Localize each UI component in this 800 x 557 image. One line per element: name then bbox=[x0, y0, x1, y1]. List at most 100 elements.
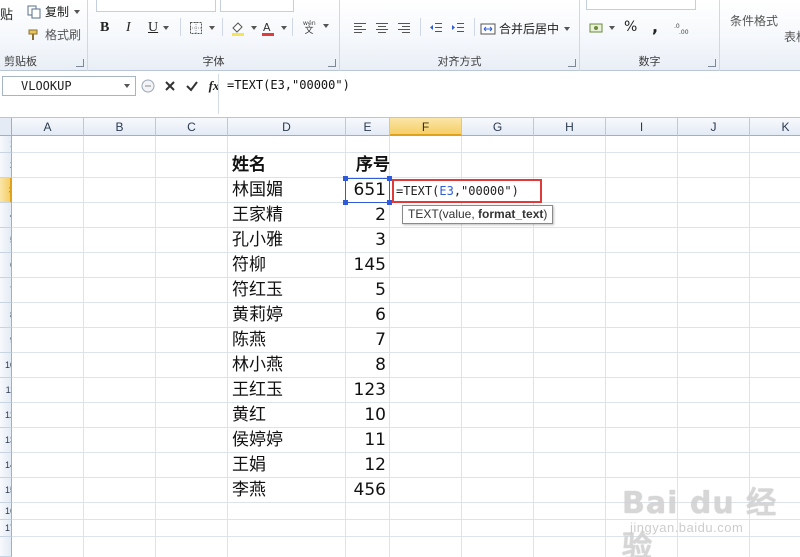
row-header-16[interactable]: 16 bbox=[0, 503, 12, 520]
row-header-3[interactable]: 3 bbox=[0, 178, 12, 203]
name-cell[interactable]: 李燕 bbox=[232, 478, 342, 503]
phonetic-button[interactable]: wén 文 bbox=[302, 18, 329, 35]
name-cell[interactable]: 王家精 bbox=[232, 203, 342, 228]
editing-cell-f3[interactable]: =TEXT(E3,"00000") bbox=[392, 179, 542, 203]
name-cell[interactable]: 孔小雅 bbox=[232, 228, 342, 253]
format-painter-button[interactable]: 格式刷 bbox=[26, 26, 81, 43]
percent-button[interactable]: % bbox=[624, 19, 637, 35]
name-cell[interactable]: 符红玉 bbox=[232, 278, 342, 303]
number-cell[interactable]: 8 bbox=[346, 353, 386, 378]
row-header-14[interactable]: 14 bbox=[0, 453, 12, 478]
font-size-combo[interactable] bbox=[220, 0, 294, 12]
italic-button[interactable]: I bbox=[126, 20, 131, 36]
alignment-launcher-icon[interactable] bbox=[568, 59, 576, 67]
number-cell[interactable]: 145 bbox=[346, 253, 386, 278]
column-header-b[interactable]: B bbox=[84, 118, 156, 136]
row-header-6[interactable]: 6 bbox=[0, 253, 12, 278]
number-cell[interactable]: 12 bbox=[346, 453, 386, 478]
name-cell[interactable]: 符柳 bbox=[232, 253, 342, 278]
align-right-button[interactable] bbox=[396, 20, 412, 36]
name-cell[interactable]: 林国媚 bbox=[232, 178, 342, 203]
chevron-down-icon[interactable] bbox=[124, 84, 130, 88]
resize-handle-icon[interactable] bbox=[140, 78, 156, 94]
table-format-button[interactable]: 表格 bbox=[784, 28, 800, 45]
borders-button[interactable] bbox=[188, 20, 215, 36]
font-launcher-icon[interactable] bbox=[328, 59, 336, 67]
number-cell[interactable]: 456 bbox=[346, 478, 386, 503]
chevron-down-icon bbox=[564, 26, 571, 31]
name-cell[interactable]: 侯婷婷 bbox=[232, 428, 342, 453]
decrease-indent-button[interactable] bbox=[428, 20, 444, 36]
name-cell[interactable]: 王红玉 bbox=[232, 378, 342, 403]
enter-check-icon[interactable] bbox=[184, 78, 200, 94]
row-header-12[interactable]: 12 bbox=[0, 403, 12, 428]
row-header-13[interactable]: 13 bbox=[0, 428, 12, 453]
select-all-corner[interactable] bbox=[0, 118, 12, 136]
align-center-button[interactable] bbox=[374, 20, 390, 36]
font-name-combo[interactable] bbox=[96, 0, 216, 12]
paste-button[interactable]: 贴 bbox=[0, 4, 13, 23]
row-header-10[interactable]: 10 bbox=[0, 353, 12, 378]
font-color-button[interactable]: A bbox=[260, 20, 287, 36]
column-header-c[interactable]: C bbox=[156, 118, 228, 136]
header-number-cell[interactable]: 序号 bbox=[346, 153, 390, 178]
copy-button[interactable]: 复制 bbox=[26, 3, 81, 20]
increase-indent-button[interactable] bbox=[450, 20, 466, 36]
row-header-18[interactable] bbox=[0, 537, 12, 557]
name-cell[interactable]: 陈燕 bbox=[232, 328, 342, 353]
tooltip-active-arg[interactable]: format_text bbox=[478, 207, 543, 221]
number-cell[interactable]: 3 bbox=[346, 228, 386, 253]
number-launcher-icon[interactable] bbox=[708, 59, 716, 67]
row-header-2[interactable]: 2 bbox=[0, 153, 12, 178]
number-format-combo[interactable] bbox=[586, 0, 696, 10]
underline-button[interactable]: U bbox=[148, 20, 170, 36]
number-cell[interactable]: 7 bbox=[346, 328, 386, 353]
row-header-5[interactable]: 5 bbox=[0, 228, 12, 253]
number-cell[interactable]: 5 bbox=[346, 278, 386, 303]
conditional-format-button[interactable]: 条件格式 bbox=[730, 12, 778, 29]
row-header-1[interactable]: 1 bbox=[0, 136, 12, 153]
number-cell[interactable]: 6 bbox=[346, 303, 386, 328]
column-header-d[interactable]: D bbox=[228, 118, 346, 136]
number-group-label: 数字 bbox=[638, 55, 661, 68]
row-header-9[interactable]: 9 bbox=[0, 328, 12, 353]
column-header-g[interactable]: G bbox=[462, 118, 534, 136]
number-cell[interactable]: 123 bbox=[346, 378, 386, 403]
column-header-h[interactable]: H bbox=[534, 118, 606, 136]
clipboard-launcher-icon[interactable] bbox=[76, 59, 84, 67]
formula-input[interactable]: =TEXT(E3,"00000") bbox=[218, 74, 800, 114]
column-header-k[interactable]: K bbox=[750, 118, 800, 136]
number-cell[interactable]: 10 bbox=[346, 403, 386, 428]
name-box[interactable]: VLOOKUP bbox=[2, 76, 136, 96]
merge-center-button[interactable]: 合并后居中 bbox=[480, 20, 571, 37]
number-cell[interactable]: 11 bbox=[346, 428, 386, 453]
increase-decimal-button[interactable]: .0.00 bbox=[674, 20, 690, 36]
bold-button[interactable]: B bbox=[100, 20, 109, 36]
font-color-icon: A bbox=[260, 20, 276, 36]
ref-handle[interactable] bbox=[343, 176, 348, 181]
fill-color-button[interactable] bbox=[230, 20, 257, 36]
name-cell[interactable]: 黄莉婷 bbox=[232, 303, 342, 328]
align-left-button[interactable] bbox=[352, 20, 368, 36]
row-header-7[interactable]: 7 bbox=[0, 278, 12, 303]
row-header-17[interactable]: 17 bbox=[0, 520, 12, 537]
column-header-j[interactable]: J bbox=[678, 118, 750, 136]
row-header-8[interactable]: 8 bbox=[0, 303, 12, 328]
baidu-jingyan-watermark: Bai du 经验 jingyan.baidu.com bbox=[612, 478, 800, 557]
cancel-icon[interactable] bbox=[162, 78, 178, 94]
header-name-cell[interactable]: 姓名 bbox=[232, 153, 342, 178]
ref-handle[interactable] bbox=[343, 200, 348, 205]
name-cell[interactable]: 林小燕 bbox=[232, 353, 342, 378]
row-header-11[interactable]: 11 bbox=[0, 378, 12, 403]
number-cell[interactable]: 2 bbox=[346, 203, 386, 228]
comma-button[interactable]: , bbox=[652, 17, 658, 36]
row-header-4[interactable]: 4 bbox=[0, 203, 12, 228]
currency-button[interactable] bbox=[588, 20, 615, 36]
column-header-i[interactable]: I bbox=[606, 118, 678, 136]
name-cell[interactable]: 王娟 bbox=[232, 453, 342, 478]
column-header-a[interactable]: A bbox=[12, 118, 84, 136]
row-header-15[interactable]: 15 bbox=[0, 478, 12, 503]
name-cell[interactable]: 黄红 bbox=[232, 403, 342, 428]
column-header-e[interactable]: E bbox=[346, 118, 390, 136]
column-header-f[interactable]: F bbox=[390, 118, 462, 136]
